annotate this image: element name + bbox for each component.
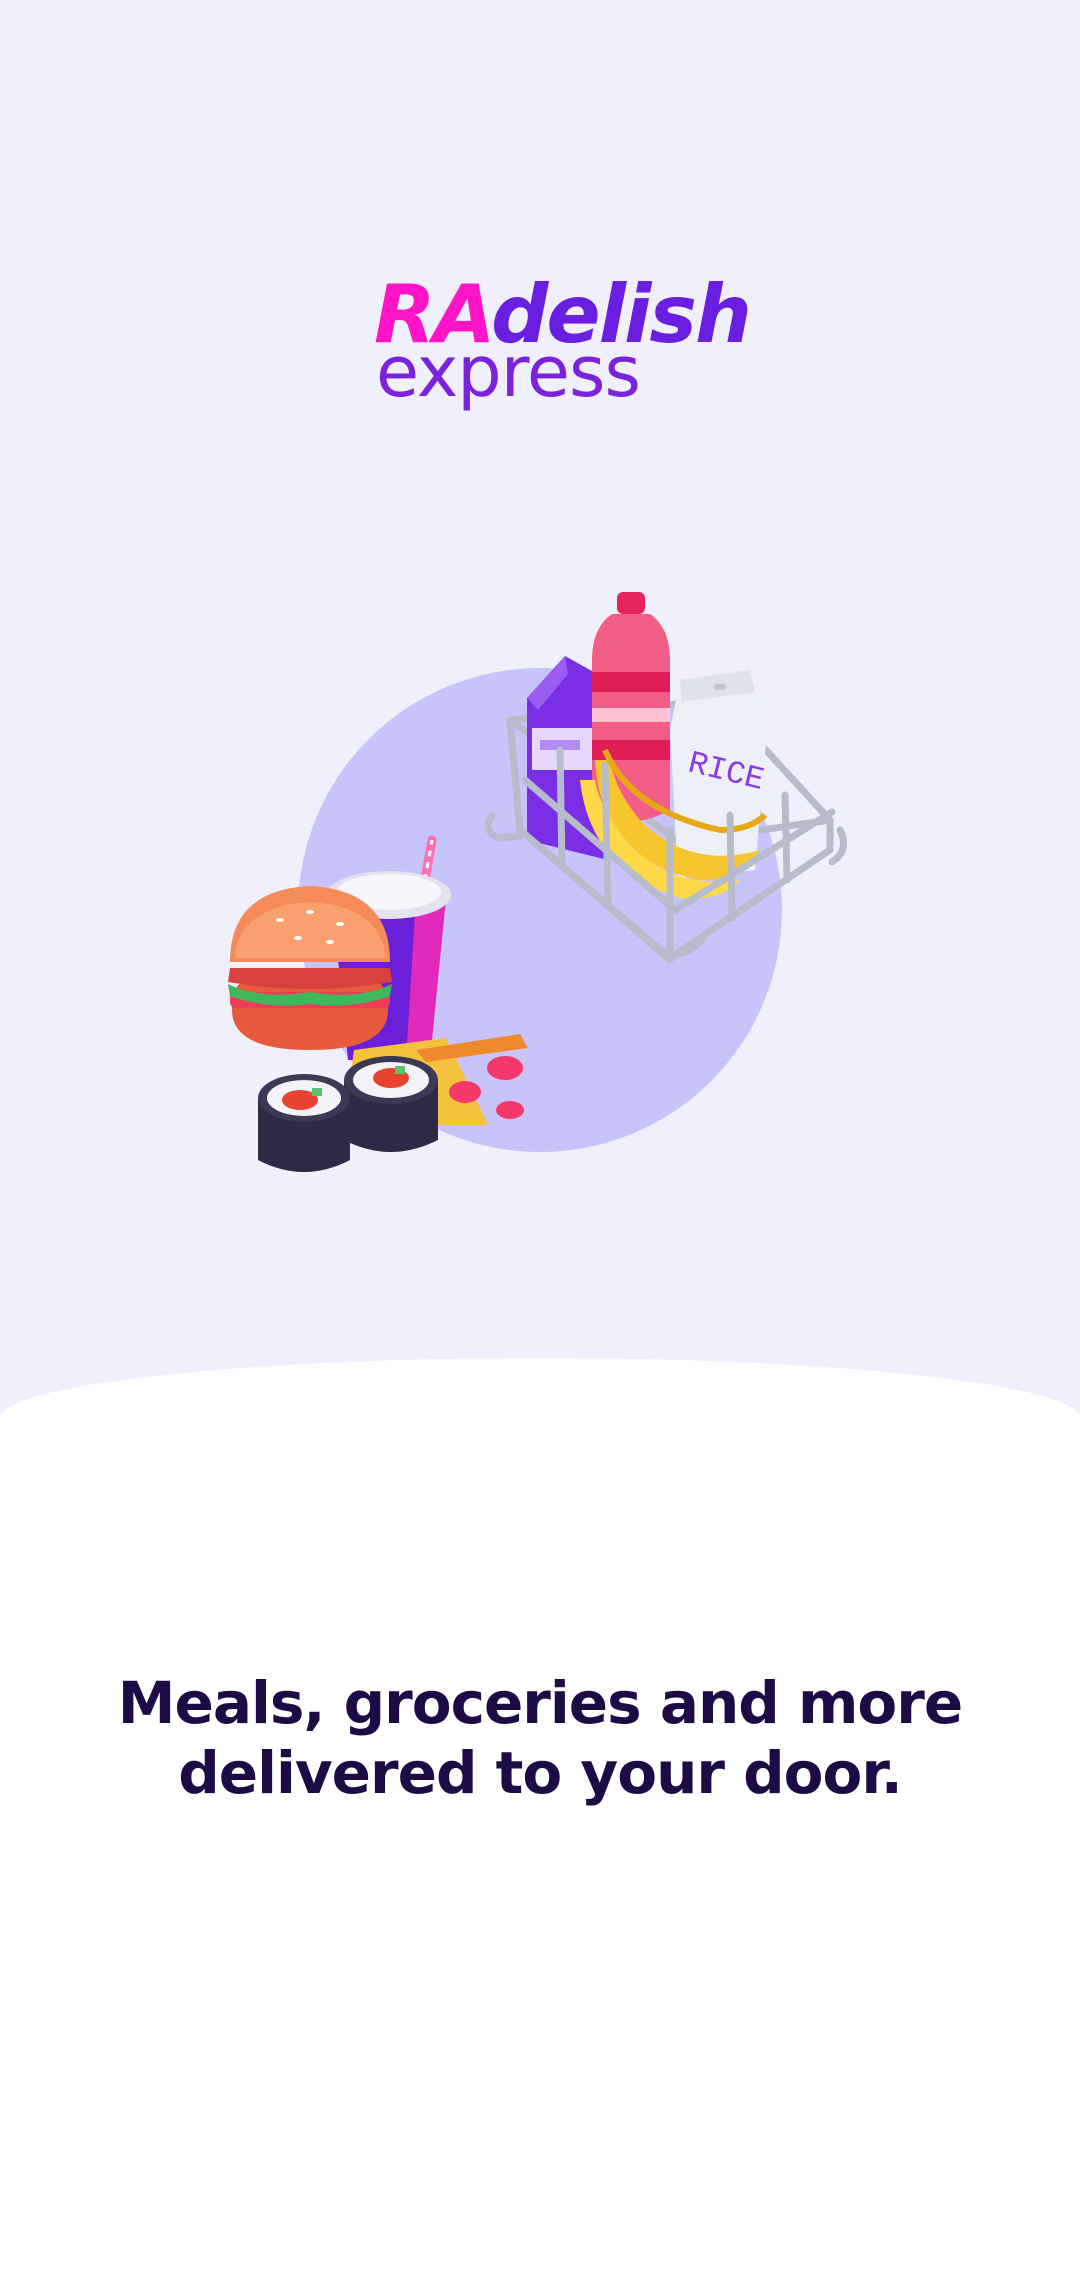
sushi-icon <box>258 1056 438 1172</box>
app-logo: RAdelish express <box>374 270 774 420</box>
onboarding-sheet <box>0 1358 1080 2280</box>
rice-bag-icon: RICE <box>670 670 768 878</box>
logo-express-text: express <box>376 331 641 413</box>
onboarding-headline: Meals, groceries and more delivered to y… <box>60 1668 1020 1808</box>
headline-line-2: delivered to your door. <box>178 1739 903 1807</box>
hero-illustration: RICE <box>228 592 848 1172</box>
headline-line-1: Meals, groceries and more <box>117 1669 963 1737</box>
burger-icon <box>228 886 392 1050</box>
